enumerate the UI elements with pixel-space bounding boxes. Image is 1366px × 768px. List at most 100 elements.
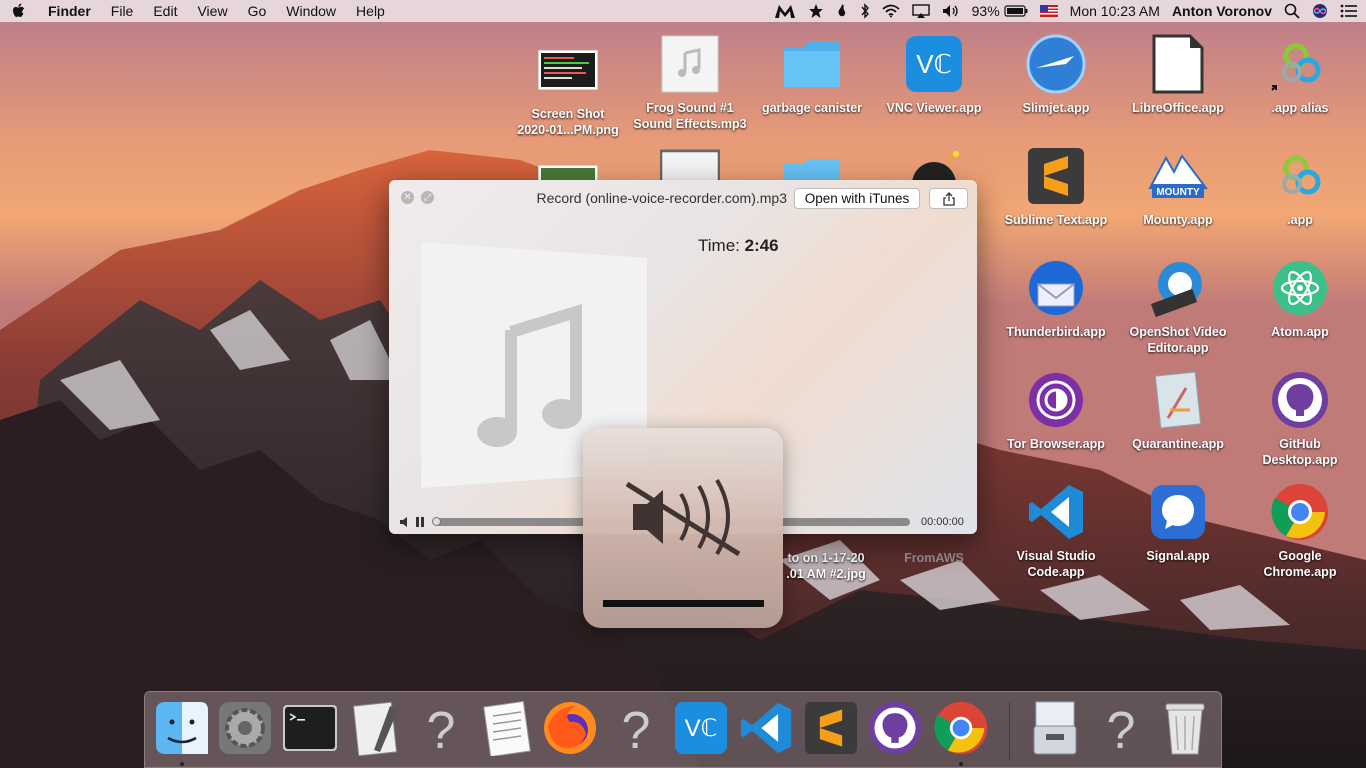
desktop-icon-app[interactable]: .app [1240, 146, 1360, 228]
desktop-icon-label: Screen Shot 2020-01...PM.png [517, 107, 619, 137]
question-mark-icon: ? [622, 702, 651, 754]
apple-menu-icon[interactable] [0, 3, 38, 19]
desktop-icon-quarantine[interactable]: Quarantine.app [1118, 370, 1238, 452]
quicklook-titlebar: ✕ ⤢ Record (online-voice-recorder.com).m… [389, 180, 977, 216]
dock-downloads-stack[interactable] [1027, 700, 1083, 756]
menu-user-name[interactable]: Anton Voronov [1172, 3, 1272, 19]
github-desktop-icon [868, 701, 922, 755]
menu-file[interactable]: File [101, 0, 144, 22]
menu-window[interactable]: Window [276, 0, 346, 22]
fullscreen-button[interactable]: ⤢ [421, 191, 434, 204]
close-button[interactable]: ✕ [401, 191, 414, 204]
dock-sublime-text[interactable] [803, 700, 859, 756]
share-button[interactable] [929, 188, 968, 209]
dock-firefox[interactable] [542, 700, 598, 756]
bluetooth-icon[interactable] [860, 3, 870, 19]
svg-text:?: ? [427, 702, 456, 754]
pause-icon[interactable] [415, 516, 425, 528]
menu-help[interactable]: Help [346, 0, 395, 22]
desktop-icon-screenshot[interactable]: Screen Shot 2020-01...PM.png [508, 40, 628, 138]
desktop-icon-label: Google Chrome.app [1263, 549, 1337, 579]
menu-clock[interactable]: Mon 10:23 AM [1070, 3, 1160, 19]
volume-hud [583, 428, 783, 628]
desktop-icon-app-alias[interactable]: .app alias [1240, 34, 1360, 116]
dock-script-editor[interactable] [348, 700, 404, 756]
firefox-icon [544, 702, 596, 754]
elapsed-time: 00:00:00 [921, 516, 964, 528]
script-editor-icon [352, 701, 398, 756]
desktop-icon-frog-sound[interactable]: Frog Sound #1 Sound Effects.mp3 [630, 34, 750, 132]
dock-github-desktop[interactable] [867, 700, 923, 756]
desktop-icon-libreoffice[interactable]: LibreOffice.app [1118, 34, 1238, 116]
dock: ? ? Vℂ ? [144, 691, 1222, 768]
fuel-icon[interactable] [836, 3, 848, 19]
desktop-icon-sublime-text[interactable]: Sublime Text.app [996, 146, 1116, 228]
status-area: 93% Mon 10:23 AM Anton Voronov [762, 0, 1366, 22]
menu-app-name[interactable]: Finder [38, 0, 101, 22]
desktop-icon-signal[interactable]: Signal.app [1118, 482, 1238, 564]
dock-terminal[interactable] [282, 700, 338, 756]
spotlight-search-icon[interactable] [1284, 3, 1300, 19]
dock-unknown-app-2[interactable]: ? [608, 700, 664, 756]
share-icon [942, 191, 955, 206]
scrubber-handle[interactable] [432, 517, 441, 526]
running-indicator [180, 762, 184, 766]
desktop-icon-chrome[interactable]: Google Chrome.app [1240, 482, 1360, 580]
dock-trash[interactable] [1157, 700, 1213, 756]
dock-vscode[interactable] [738, 700, 794, 756]
battery-icon[interactable] [1004, 5, 1028, 17]
menu-view[interactable]: View [187, 0, 237, 22]
desktop-icon-label: to on 1-17-20 .01 AM #2.jpg [786, 551, 866, 581]
desktop-icon-label: Sublime Text.app [1004, 213, 1108, 227]
menu-edit[interactable]: Edit [143, 0, 187, 22]
us-flag-icon[interactable] [1039, 5, 1058, 17]
svg-text:Vℂ: Vℂ [916, 49, 952, 79]
signal-icon [1148, 482, 1208, 542]
desktop-icon-label: LibreOffice.app [1132, 101, 1224, 115]
audio-file-icon [660, 34, 720, 94]
desktop-icon-mounty[interactable]: MOUNTY Mounty.app [1118, 146, 1238, 228]
dock-unknown-app-1[interactable]: ? [413, 700, 469, 756]
quarantine-icon [1148, 370, 1208, 430]
desktop-icon-label: OpenShot Video Editor.app [1129, 325, 1227, 355]
battery-percent[interactable]: 93% [972, 3, 1000, 19]
volume-small-icon[interactable] [399, 516, 410, 528]
desktop-icon-openshot[interactable]: OpenShot Video Editor.app [1118, 258, 1238, 356]
svg-text:?: ? [1107, 702, 1136, 754]
desktop-icon-label: VNC Viewer.app [886, 101, 982, 115]
wifi-icon[interactable] [882, 4, 900, 18]
dock-textedit[interactable] [479, 700, 535, 756]
dock-vnc-viewer[interactable]: Vℂ [673, 700, 729, 756]
screenshot-thumbnail-icon [538, 40, 598, 100]
menu-go[interactable]: Go [238, 0, 277, 22]
gear-icon [219, 702, 271, 754]
svg-text:MOUNTY: MOUNTY [1156, 187, 1200, 198]
dock-system-preferences[interactable] [217, 700, 273, 756]
airplay-icon[interactable] [911, 4, 930, 18]
volume-icon[interactable] [942, 4, 960, 18]
malwarebytes-icon[interactable] [774, 3, 796, 19]
desktop-icon-vnc-viewer[interactable]: Vℂ VNC Viewer.app [874, 34, 994, 116]
desktop-icon-vscode[interactable]: Visual Studio Code.app [996, 482, 1116, 580]
duration-value: 2:46 [744, 236, 779, 255]
menu-bar: Finder File Edit View Go Window Help 93%… [0, 0, 1366, 22]
dock-finder[interactable] [154, 700, 210, 756]
dock-unknown-app-3[interactable]: ? [1093, 700, 1149, 756]
sublime-text-icon [1026, 146, 1086, 206]
siri-icon[interactable] [1312, 3, 1328, 19]
desktop-icon-atom[interactable]: Atom.app [1240, 258, 1360, 340]
desktop-icon-label: Quarantine.app [1132, 437, 1224, 451]
speaker-muted-icon [625, 478, 741, 557]
desktop-icon-garbage-canister[interactable]: garbage canister [752, 34, 872, 116]
desktop-icon-tor-browser[interactable]: Tor Browser.app [996, 370, 1116, 452]
desktop-icon-label: Visual Studio Code.app [1016, 549, 1096, 579]
star-icon[interactable] [808, 3, 824, 19]
sublime-text-icon [805, 702, 857, 754]
desktop-icon-github-desktop[interactable]: GitHub Desktop.app [1240, 370, 1360, 468]
desktop-icon-label: Mounty.app [1143, 213, 1213, 227]
desktop-icon-thunderbird[interactable]: Thunderbird.app [996, 258, 1116, 340]
dock-chrome[interactable] [933, 700, 989, 756]
notification-center-icon[interactable] [1340, 4, 1358, 18]
desktop-icon-slimjet[interactable]: Slimjet.app [996, 34, 1116, 116]
open-with-itunes-button[interactable]: Open with iTunes [794, 188, 920, 209]
